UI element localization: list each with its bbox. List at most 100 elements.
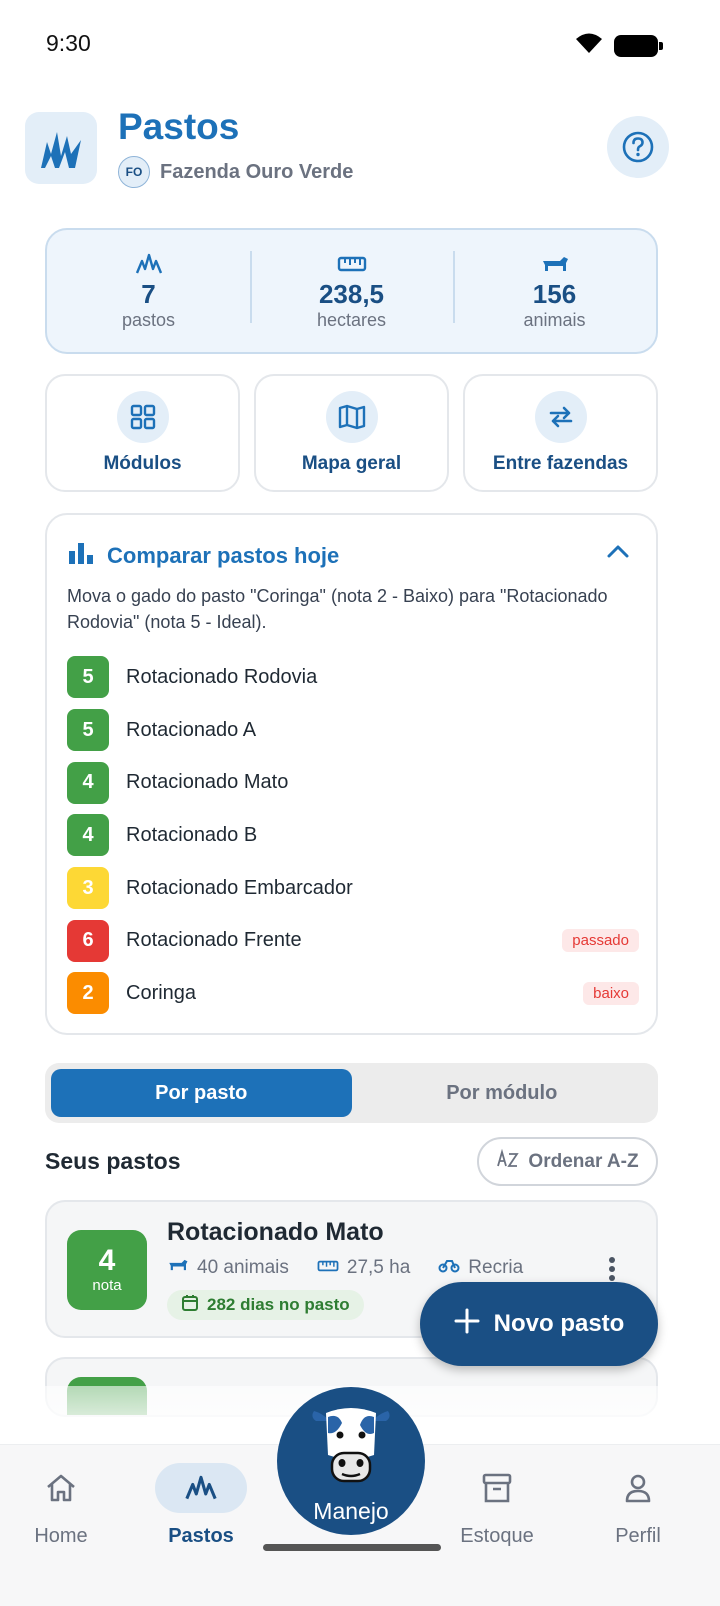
recommendation-text: Mova o gado do pasto "Coringa" (nota 2 -… xyxy=(67,586,608,632)
status-tag: passado xyxy=(562,929,639,953)
plus-icon xyxy=(454,1308,480,1341)
calendar-icon xyxy=(181,1294,199,1317)
help-button[interactable] xyxy=(607,116,669,178)
wifi-icon xyxy=(574,31,604,60)
pasture-name: Coringa xyxy=(126,981,197,1004)
stat-label: animais xyxy=(523,310,586,330)
ranking-item[interactable]: 2 Coringa baixo xyxy=(67,967,639,1020)
quick-actions: Módulos Mapa geral Entre fazendas xyxy=(45,374,658,492)
pasture-name: Rotacionado Mato xyxy=(126,771,289,794)
stat-value: 7 xyxy=(141,279,156,309)
fab-label: Novo pasto xyxy=(493,1310,625,1337)
cow-face-icon xyxy=(308,1403,394,1496)
map-icon xyxy=(325,391,378,443)
manejo-button[interactable]: Manejo xyxy=(277,1387,425,1535)
sort-button[interactable]: Ordenar A-Z xyxy=(477,1137,658,1186)
stat-hectares: 238,5 hectares xyxy=(250,251,453,331)
ranking-item[interactable]: 4 Rotacionado B xyxy=(67,809,639,862)
manejo-label: Manejo xyxy=(313,1498,389,1524)
stat-value: 156 xyxy=(532,279,577,309)
pasture-score-label: nota xyxy=(92,1277,122,1294)
ranking-item[interactable]: 5 Rotacionado Rodovia xyxy=(67,651,639,704)
nav-estoque[interactable]: Estoque xyxy=(451,1463,543,1548)
compare-title: Comparar pastos hoje xyxy=(107,542,340,568)
pasture-name: Rotacionado Embarcador xyxy=(126,876,353,899)
nav-pastos[interactable]: Pastos xyxy=(155,1463,247,1548)
cattle-icon xyxy=(540,251,570,277)
farm-badge: FO xyxy=(118,156,150,188)
days-chip: 282 dias no pasto xyxy=(167,1290,364,1320)
grid-icon xyxy=(116,391,169,443)
ruler-icon xyxy=(337,251,367,277)
tab-por-pasto[interactable]: Por pasto xyxy=(51,1069,352,1117)
stat-animais: 156 animais xyxy=(453,251,656,331)
compare-header[interactable]: Comparar pastos hoje xyxy=(67,541,339,570)
action-label: Mapa geral xyxy=(301,453,402,474)
stats-card: 7 pastos 238,5 hectares 156 animais xyxy=(45,228,658,354)
nav-perfil[interactable]: Perfil xyxy=(592,1463,684,1548)
status-bar: 9:30 xyxy=(0,0,720,88)
new-pasture-button[interactable]: Novo pasto xyxy=(420,1282,658,1366)
stat-label: hectares xyxy=(316,310,387,330)
cattle-icon xyxy=(167,1257,189,1279)
pasture-score-badge: 4 nota xyxy=(67,1230,147,1310)
view-toggle: Por pasto Por módulo xyxy=(45,1063,658,1123)
pasture-name: Rotacionado B xyxy=(126,823,258,846)
person-icon xyxy=(592,1463,684,1513)
home-indicator xyxy=(263,1544,441,1551)
pasture-category: Recria xyxy=(468,1257,524,1278)
pasture-name: Rotacionado Rodovia xyxy=(126,665,318,688)
tab-por-modulo[interactable]: Por módulo xyxy=(352,1069,653,1117)
action-label: Entre fazendas xyxy=(492,453,629,474)
stat-value: 238,5 xyxy=(318,279,385,309)
pasture-animals: 40 animais xyxy=(197,1257,289,1278)
home-icon xyxy=(15,1463,107,1513)
ranking-item[interactable]: 6 Rotacionado Frente passado xyxy=(67,914,639,967)
nav-label: Perfil xyxy=(615,1525,661,1547)
farm-name: Fazenda Ouro Verde xyxy=(160,160,354,183)
status-tag: baixo xyxy=(583,981,639,1005)
section-title: Seus pastos xyxy=(45,1148,181,1174)
archive-icon xyxy=(451,1463,543,1513)
mapa-geral-button[interactable]: Mapa geral xyxy=(254,374,449,492)
pasture-name: Rotacionado Frente xyxy=(126,929,302,952)
score-chip: 4 xyxy=(67,814,109,857)
category-icon xyxy=(438,1257,460,1279)
sort-az-icon xyxy=(496,1148,520,1176)
ruler-icon xyxy=(317,1257,339,1279)
nav-home[interactable]: Home xyxy=(15,1463,107,1548)
sort-label: Ordenar A-Z xyxy=(528,1150,639,1172)
chevron-up-icon[interactable] xyxy=(606,543,630,564)
ranking-item[interactable]: 3 Rotacionado Embarcador xyxy=(67,862,639,915)
pasture-name: Rotacionado Mato xyxy=(167,1218,384,1246)
farm-selector[interactable]: FO Fazenda Ouro Verde xyxy=(118,156,353,188)
nav-label: Pastos xyxy=(168,1525,234,1547)
grass-icon xyxy=(135,251,163,277)
ranking-list: 5 Rotacionado Rodovia 5 Rotacionado A 4 Rotac… xyxy=(67,651,639,1020)
compare-card: Comparar pastos hoje Mova o gado do past… xyxy=(45,513,658,1035)
modulos-button[interactable]: Módulos xyxy=(45,374,240,492)
pasture-area: 27,5 ha xyxy=(346,1257,411,1278)
bar-chart-icon xyxy=(67,541,95,570)
swap-icon xyxy=(534,391,587,443)
status-time: 9:30 xyxy=(46,30,91,56)
score-chip: 3 xyxy=(67,867,109,910)
nav-label: Home xyxy=(34,1525,88,1547)
score-chip: 4 xyxy=(67,761,109,804)
score-chip: 5 xyxy=(67,709,109,752)
ranking-item[interactable]: 5 Rotacionado A xyxy=(67,704,639,757)
stat-pastos: 7 pastos xyxy=(47,251,250,331)
nav-label: Estoque xyxy=(460,1525,534,1547)
action-label: Módulos xyxy=(103,453,182,474)
grass-icon xyxy=(155,1463,247,1513)
days-label: 282 dias no pasto xyxy=(207,1295,350,1314)
status-icons xyxy=(574,31,663,60)
score-chip: 6 xyxy=(67,919,109,962)
pasture-score: 4 xyxy=(98,1244,116,1277)
ranking-item[interactable]: 4 Rotacionado Mato xyxy=(67,756,639,809)
app-logo xyxy=(25,112,97,184)
battery-icon xyxy=(614,34,663,57)
stat-label: pastos xyxy=(121,310,176,330)
entre-fazendas-button[interactable]: Entre fazendas xyxy=(463,374,658,492)
pasture-meta: 40 animais 27,5 ha Recria xyxy=(167,1257,523,1279)
